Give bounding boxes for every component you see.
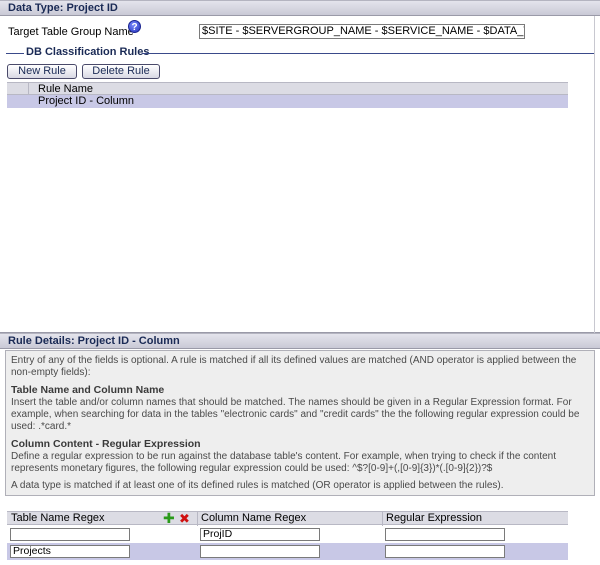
column-name-regex-header: Column Name Regex xyxy=(201,512,307,524)
rule-name-column-header[interactable]: Rule Name xyxy=(38,83,93,95)
help-section-title: Column Content - Regular Expression xyxy=(11,438,201,450)
table-name-regex-input[interactable]: Projects xyxy=(10,545,130,558)
details-table-header: Table Name Regex ✚ ✖ Column Name Regex R… xyxy=(7,511,568,526)
regular-expression-input[interactable] xyxy=(385,528,505,541)
plus-icon[interactable]: ✚ xyxy=(163,511,175,525)
rule-help-box: Entry of any of the fields is optional. … xyxy=(5,350,595,496)
table-name-regex-input[interactable] xyxy=(10,528,130,541)
help-intro: Entry of any of the fields is optional. … xyxy=(11,355,577,378)
rule-name-cell[interactable]: Project ID - Column xyxy=(38,95,134,108)
fieldset-border xyxy=(142,53,594,54)
db-classification-rules-legend: DB Classification Rules xyxy=(26,46,150,58)
column-name-regex-input[interactable] xyxy=(200,545,320,558)
column-divider xyxy=(197,512,198,526)
help-section-text: Insert the table and/or column names tha… xyxy=(11,397,580,432)
column-name-regex-input[interactable]: ProjID xyxy=(200,528,320,541)
rules-table-header: Rule Name xyxy=(7,82,568,95)
data-type-panel-title: Data Type: Project ID xyxy=(0,0,600,16)
table-row[interactable]: ProjID xyxy=(7,526,568,543)
table-row[interactable]: Projects xyxy=(7,543,568,560)
table-name-regex-header: Table Name Regex xyxy=(11,512,105,524)
column-divider xyxy=(382,512,383,526)
regular-expression-header: Regular Expression xyxy=(386,512,482,524)
row-selector-header xyxy=(7,83,29,95)
question-circle-icon[interactable]: ? xyxy=(128,20,141,33)
rule-details-panel-title: Rule Details: Project ID - Column xyxy=(0,333,600,349)
panel-scrollbar[interactable] xyxy=(594,16,600,333)
fieldset-border xyxy=(6,53,24,54)
target-table-group-input[interactable]: $SITE - $SERVERGROUP_NAME - $SERVICE_NAM… xyxy=(199,24,525,39)
x-icon[interactable]: ✖ xyxy=(179,512,190,525)
regular-expression-input[interactable] xyxy=(385,545,505,558)
new-rule-button[interactable]: New Rule xyxy=(7,64,77,79)
help-footer: A data type is matched if at least one o… xyxy=(11,480,504,491)
delete-rule-button[interactable]: Delete Rule xyxy=(82,64,160,79)
table-row[interactable]: Project ID - Column xyxy=(7,95,568,108)
help-section-title: Table Name and Column Name xyxy=(11,384,165,396)
target-table-group-label: Target Table Group Name xyxy=(8,26,134,38)
help-section-text: Define a regular expression to be run ag… xyxy=(11,451,557,474)
